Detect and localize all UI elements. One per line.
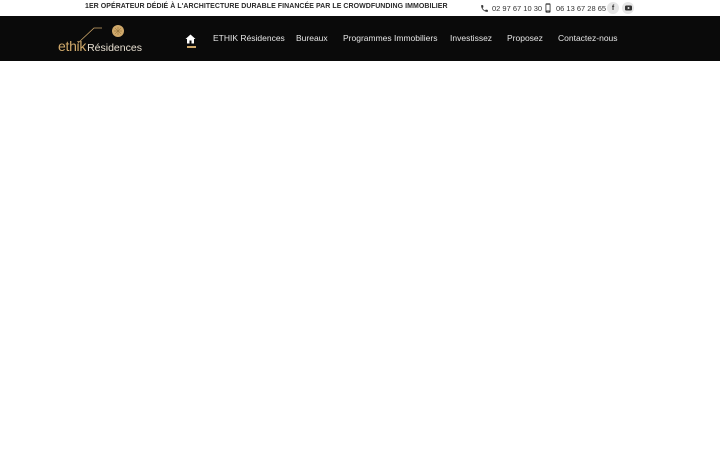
landline-number: 02 97 67 10 30 xyxy=(492,3,543,13)
nav-bureaux[interactable]: Bureaux xyxy=(296,33,328,43)
home-icon[interactable] xyxy=(185,31,197,44)
main-content xyxy=(0,61,720,450)
nav-contactez-nous[interactable]: Contactez-nous xyxy=(558,33,618,43)
active-indicator xyxy=(187,46,196,48)
facebook-icon[interactable]: f xyxy=(607,2,619,14)
landline-contact[interactable]: 02 97 67 10 30 xyxy=(479,2,542,14)
tagline: 1ER OPÉRATEUR DÉDIÉ À L'ARCHITECTURE DUR… xyxy=(85,3,448,10)
facebook-glyph: f xyxy=(611,4,615,12)
youtube-icon[interactable] xyxy=(622,2,634,14)
mobile-phone-icon xyxy=(543,3,553,13)
mobile-number: 06 13 67 28 65 xyxy=(556,3,607,13)
main-nav: ETHIK Résidences Bureaux Programmes Immo… xyxy=(0,16,720,61)
mobile-contact[interactable]: 06 13 67 28 65 xyxy=(543,2,606,14)
nav-investissez[interactable]: Investissez xyxy=(450,33,492,43)
nav-ethik-residences[interactable]: ETHIK Résidences xyxy=(213,33,285,43)
nav-programmes-immobiliers[interactable]: Programmes Immobiliers xyxy=(343,33,437,43)
nav-proposez[interactable]: Proposez xyxy=(507,33,543,43)
top-bar: 1ER OPÉRATEUR DÉDIÉ À L'ARCHITECTURE DUR… xyxy=(0,0,720,16)
phone-icon xyxy=(479,3,489,13)
